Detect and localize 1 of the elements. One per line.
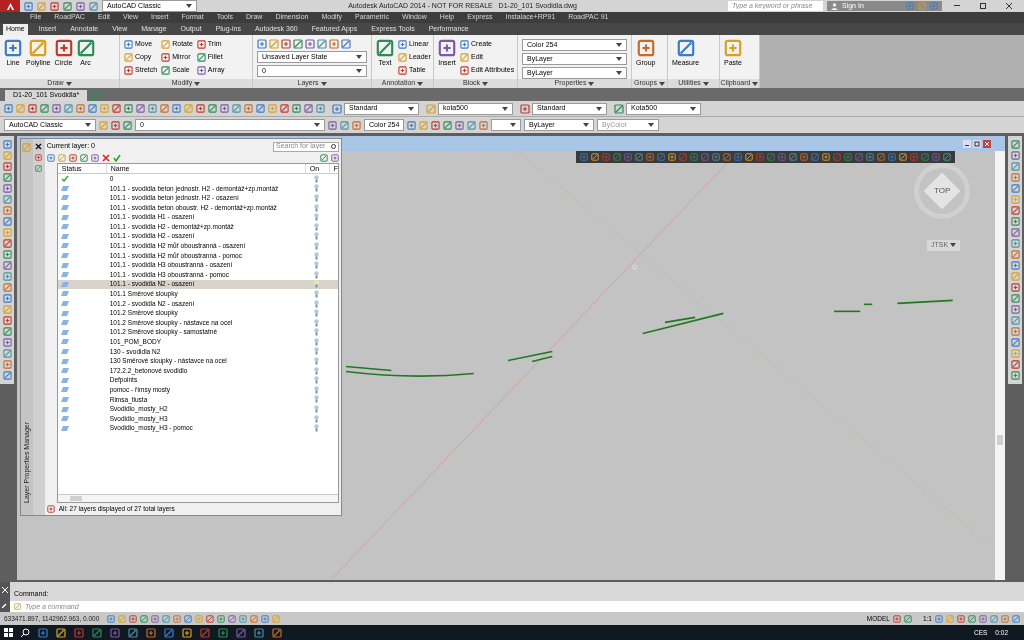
view-cube[interactable]: TOP [923,172,961,210]
